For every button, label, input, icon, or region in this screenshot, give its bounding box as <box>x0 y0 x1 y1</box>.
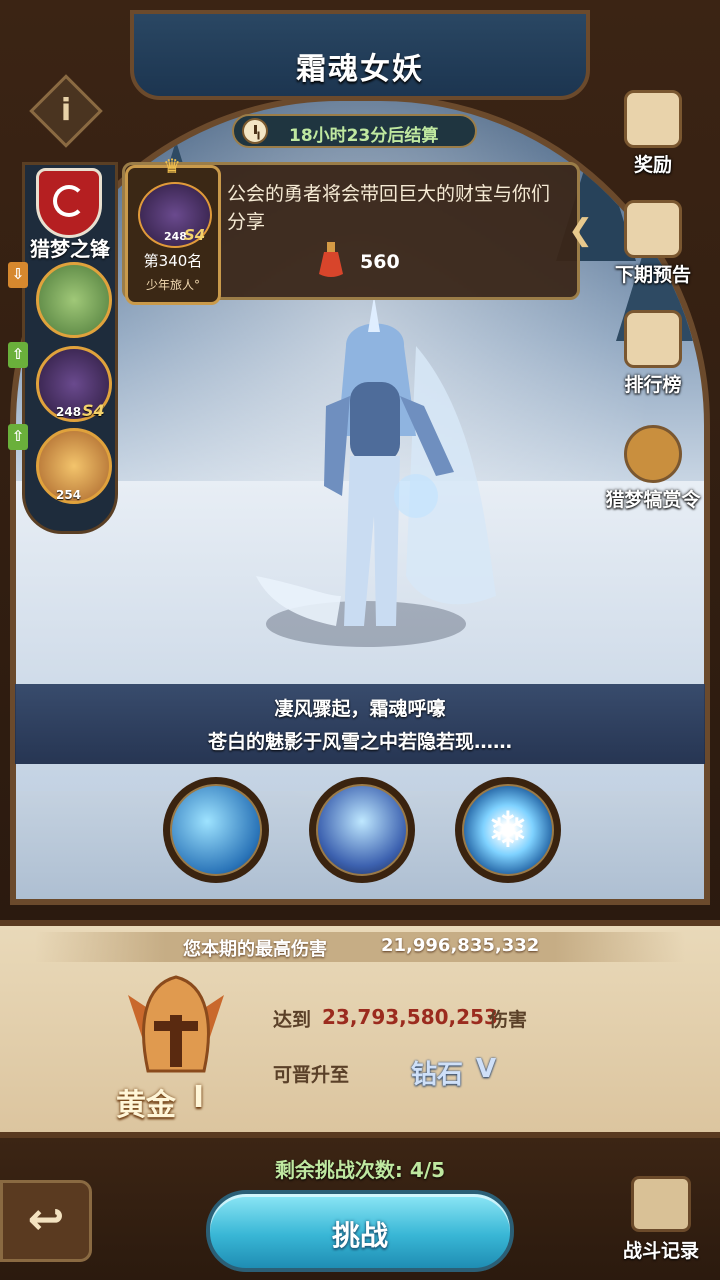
ice-dash-skill-icon[interactable] <box>163 777 269 883</box>
settlement-timer: 18小时23分后结算 <box>232 114 477 148</box>
potion-icon <box>319 242 343 277</box>
title-bar: 霜魂女妖 <box>130 10 590 100</box>
scroll-swords-icon <box>631 1176 691 1232</box>
hunt-pass-button[interactable]: 猎梦犒赏令 <box>598 425 708 512</box>
pass-emblem-icon <box>624 425 682 483</box>
reward-amount: 560 <box>360 251 400 273</box>
rewards-button[interactable]: 奖励 <box>598 90 708 177</box>
skill-art <box>316 784 408 876</box>
skill-art <box>170 784 262 876</box>
next-rank-tier: V <box>476 1054 497 1084</box>
collapse-arrow-icon[interactable]: ❮ <box>568 213 593 248</box>
story-line-1: 凄风骤起，霜魂呼嚎 <box>274 698 446 720</box>
frost-blade-skill-icon[interactable] <box>309 777 415 883</box>
crown-icon: ♛ <box>163 154 181 178</box>
battle-record-label: 战斗记录 <box>622 1240 699 1262</box>
challenge-label: 挑战 <box>331 1219 388 1252</box>
current-rank-name: 黄金 <box>116 1088 176 1123</box>
snowflake-icon: ❄ <box>462 784 554 876</box>
battle-record-button[interactable]: 战斗记录 <box>606 1176 716 1263</box>
top-player-card[interactable]: ♛ 248 S4 第340名 少年旅人° <box>125 154 221 305</box>
promote-label: 可晋升至 <box>273 1064 350 1086</box>
gold-rank-helmet-icon <box>128 975 224 1073</box>
boss-title: 霜魂女妖 <box>296 52 424 87</box>
leaderboard-button[interactable]: 排行榜 <box>598 310 708 397</box>
back-button[interactable]: ↩ <box>0 1180 92 1262</box>
helmet-icon <box>624 90 682 148</box>
frost-banshee-boss[interactable] <box>246 296 506 636</box>
next-preview-label: 下期预告 <box>614 264 691 286</box>
timer-text: 18小时23分后结算 <box>289 126 439 146</box>
reach-prefix: 达到 <box>273 1009 312 1031</box>
reward-description: 公会的勇者将会带回巨大的财宝与你们分享 <box>227 183 551 233</box>
back-arrow-icon: ↩ <box>27 1194 65 1245</box>
member-level: 248 <box>56 405 82 419</box>
reach-suffix: 伤害 <box>489 1009 528 1031</box>
hero-tier: S4 <box>184 226 206 244</box>
rank-down-icon: ⇩ <box>8 262 28 288</box>
next-rank-name: 钻石 <box>411 1060 464 1090</box>
player-name: 少年旅人° <box>145 278 200 292</box>
clock-icon <box>242 118 268 144</box>
scroll-icon <box>624 200 682 258</box>
best-damage-value: 21,996,835,332 <box>381 935 540 956</box>
guild-name: 猎梦之锋 <box>30 237 110 261</box>
next-preview-button[interactable]: 下期预告 <box>598 200 708 287</box>
info-icon: i <box>60 93 72 128</box>
compass-icon <box>624 310 682 368</box>
member-level: 254 <box>56 488 82 502</box>
snowflake-orb-skill-icon[interactable]: ❄ <box>455 777 561 883</box>
rank-up-icon: ⇧ <box>8 424 28 450</box>
best-damage-bar <box>35 932 685 962</box>
rank-up-icon: ⇧ <box>8 342 28 368</box>
rewards-label: 奖励 <box>633 154 672 176</box>
current-rank-tier: I <box>193 1080 205 1115</box>
player-rank: 第340名 <box>143 252 203 270</box>
guild-member-avatar[interactable] <box>36 262 112 338</box>
guild-emblem[interactable] <box>36 168 102 238</box>
hunt-pass-label: 猎梦犒赏令 <box>605 489 701 511</box>
member-tier: S4 <box>82 401 105 420</box>
story-line-2: 苍白的魅影于风雪之中若隐若现…… <box>207 731 512 753</box>
challenge-button[interactable]: 挑战 <box>206 1190 514 1272</box>
target-damage: 23,793,580,253 <box>322 1005 498 1029</box>
leaderboard-label: 排行榜 <box>624 374 682 396</box>
best-damage-label: 您本期的最高伤害 <box>183 939 327 960</box>
